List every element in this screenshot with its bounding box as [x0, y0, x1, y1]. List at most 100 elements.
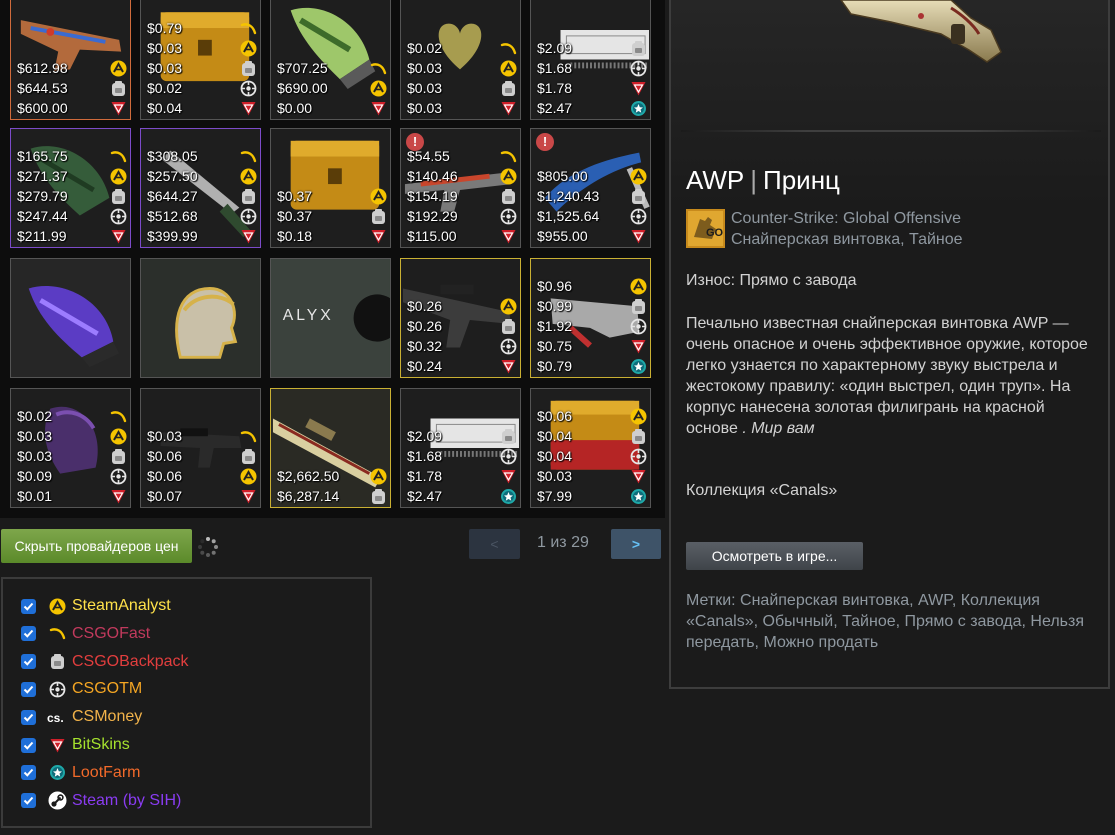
- inventory-item-purple-sticker[interactable]: $0.02 $0.03 $0.03 $0.09 $0.01: [10, 388, 131, 508]
- inventory-item-red-case[interactable]: $0.06 $0.04 $0.04 $0.03 $7.99: [530, 388, 651, 508]
- inventory-item-p90-skin[interactable]: $0.96 $0.99 $1.92 $0.75 $0.79: [530, 258, 651, 378]
- csgotm-icon: [630, 208, 647, 225]
- price-value: $0.02: [17, 408, 53, 424]
- inventory-item-knife-blue[interactable]: ! $805.00 $1,240.43 $1,525.64 $955.00: [530, 128, 651, 248]
- lootfarm-icon: [47, 763, 67, 783]
- price-row: $0.06: [147, 466, 257, 486]
- provider-row-loot: LootFarm: [21, 762, 140, 784]
- svg-text:ALYX: ALYX: [283, 307, 334, 324]
- csgofast-icon: [500, 40, 517, 57]
- steamanalyst-icon: [630, 168, 647, 185]
- inventory-item-agent-patch[interactable]: [140, 258, 261, 378]
- price-row: $54.55: [407, 146, 517, 166]
- inventory-item-sniper-rifle[interactable]: $0.26 $0.26 $0.32 $0.24: [400, 258, 521, 378]
- price-row: $0.96: [537, 276, 647, 296]
- inventory-item-gloves-dark-green[interactable]: $165.75 $271.37 $279.79 $247.44 $211.99: [10, 128, 131, 248]
- csgotm-icon: [630, 60, 647, 77]
- price-value: $0.02: [147, 80, 183, 96]
- csgobackpack-icon: [500, 188, 517, 205]
- price-row: $399.99: [147, 226, 257, 246]
- provider-label: CSGOTM: [72, 680, 143, 698]
- price-row: $0.03: [147, 58, 257, 78]
- csgobackpack-icon: [370, 208, 387, 225]
- price-value: $399.99: [147, 228, 198, 244]
- csgotm-icon: [110, 468, 127, 485]
- price-row: $165.75: [17, 146, 127, 166]
- price-list: $2,662.50 $6,287.14: [277, 466, 387, 506]
- price-row: $0.03: [407, 98, 517, 118]
- provider-checkbox[interactable]: [21, 793, 36, 809]
- bitskins-icon: [240, 100, 257, 117]
- inventory-item-name-tag[interactable]: $2.09 $1.68 $1.78 $2.47: [530, 0, 651, 120]
- price-row: $140.46: [407, 166, 517, 186]
- csgotm-icon: [47, 679, 67, 699]
- page-indicator: 1 из 29: [537, 534, 589, 551]
- inventory-item-music-kit-alyx[interactable]: ALYX: [270, 258, 391, 378]
- price-value: $2.47: [407, 488, 443, 504]
- price-row: $707.25: [277, 58, 387, 78]
- price-list: $2.09 $1.68 $1.78 $2.47: [407, 426, 517, 506]
- inventory-item-purple-gloves[interactable]: [10, 258, 131, 378]
- item-title: AWP | Принц: [686, 165, 840, 196]
- inventory-item-heart-sticker[interactable]: $0.02 $0.03 $0.03 $0.03: [400, 0, 521, 120]
- provider-checkbox[interactable]: [21, 765, 36, 781]
- price-value: $2.47: [537, 100, 573, 116]
- steamanalyst-icon: [110, 168, 127, 185]
- price-list: $54.55 $140.46 $154.19 $192.29 $115.00: [407, 146, 517, 246]
- inventory-item-name-tag-2[interactable]: $2.09 $1.68 $1.78 $2.47: [400, 388, 521, 508]
- price-row: $0.01: [17, 486, 127, 506]
- csgobackpack-icon: [240, 188, 257, 205]
- inventory-item-knife[interactable]: $308.05 $257.50 $644.27 $512.68 $399.99: [140, 128, 261, 248]
- price-row: $0.04: [147, 98, 257, 118]
- hide-price-providers-button[interactable]: Скрыть провайдеров цен: [1, 529, 192, 563]
- price-value: $805.00: [537, 168, 588, 184]
- price-row: $0.32: [407, 336, 517, 356]
- inventory-item-sport-gloves[interactable]: $707.25 $690.00 $0.00: [270, 0, 391, 120]
- price-list: $0.02 $0.03 $0.03 $0.09 $0.01: [17, 406, 127, 506]
- inventory-item-awp-prince[interactable]: $2,662.50 $6,287.14: [270, 388, 391, 508]
- provider-checkbox[interactable]: [21, 737, 36, 753]
- price-value: $7.99: [537, 488, 573, 504]
- price-value: $0.00: [277, 100, 313, 116]
- provider-checkbox[interactable]: [21, 681, 36, 697]
- csmoney-icon: cs.: [47, 707, 67, 727]
- price-list: $612.98 $644.53 $600.00: [17, 58, 127, 118]
- provider-checkbox[interactable]: [21, 626, 36, 642]
- inventory-item-gold-case[interactable]: $0.37 $0.37 $0.18: [270, 128, 391, 248]
- price-value: $0.79: [537, 358, 573, 374]
- inspect-in-game-button[interactable]: Осмотреть в игре...: [686, 542, 863, 570]
- provider-row-tm: CSGOTM: [21, 678, 142, 700]
- provider-checkbox[interactable]: [21, 654, 36, 670]
- inventory-item-m4a4-skin[interactable]: $612.98 $644.53 $600.00: [10, 0, 131, 120]
- price-row: $154.19: [407, 186, 517, 206]
- steamanalyst-icon: [370, 468, 387, 485]
- price-value: $707.25: [277, 60, 328, 76]
- provider-label: CSGOFast: [72, 624, 151, 642]
- price-value: $1.92: [537, 318, 573, 334]
- steamanalyst-icon: [370, 188, 387, 205]
- price-row: $2.47: [537, 98, 647, 118]
- next-page-button[interactable]: >: [611, 529, 661, 559]
- prev-page-button[interactable]: <: [469, 529, 520, 559]
- price-value: $165.75: [17, 148, 68, 164]
- inventory-item-smg-skin[interactable]: $0.03 $0.06 $0.06 $0.07: [140, 388, 261, 508]
- provider-checkbox[interactable]: [21, 709, 36, 725]
- steamanalyst-icon: [240, 40, 257, 57]
- provider-checkbox[interactable]: [21, 598, 36, 614]
- price-row: $115.00: [407, 226, 517, 246]
- price-row: $1.68: [537, 58, 647, 78]
- csgobackpack-icon: [110, 188, 127, 205]
- price-value: $0.03: [407, 80, 443, 96]
- price-value: $308.05: [147, 148, 198, 164]
- price-value: $0.06: [537, 408, 573, 424]
- csgofast-icon: [500, 148, 517, 165]
- provider-row-money: cs. CSMoney: [21, 706, 142, 728]
- inventory-item-ak47-skin[interactable]: ! $54.55 $140.46 $154.19 $192.29 $115.00: [400, 128, 521, 248]
- provider-label: SteamAnalyst: [72, 597, 171, 614]
- price-value: $0.04: [537, 428, 573, 444]
- steamanalyst-icon: [500, 298, 517, 315]
- price-row: $512.68: [147, 206, 257, 226]
- bitskins-icon: [500, 228, 517, 245]
- inventory-item-weapon-case[interactable]: $0.79 $0.03 $0.03 $0.02 $0.04: [140, 0, 261, 120]
- price-value: $0.32: [407, 338, 443, 354]
